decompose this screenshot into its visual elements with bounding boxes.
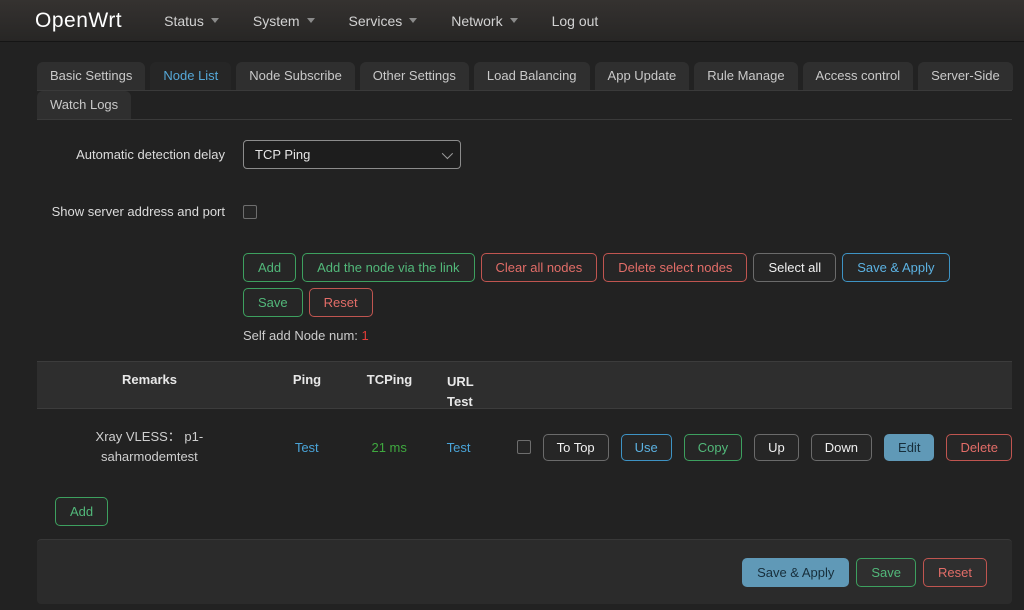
node-list-table: Remarks Ping TCPing URL Test Xray VLESS：…	[37, 361, 1012, 526]
url-test-link[interactable]: Test	[447, 440, 471, 455]
reset-button-bottom[interactable]: Reset	[923, 558, 987, 587]
node-tcping-cell: 21 ms	[352, 440, 427, 455]
use-button[interactable]: Use	[621, 434, 672, 461]
header-actions	[517, 362, 1012, 408]
nav-item-label: Network	[451, 13, 502, 29]
up-button[interactable]: Up	[754, 434, 799, 461]
save-apply-button-bottom[interactable]: Save & Apply	[742, 558, 849, 587]
detection-delay-select[interactable]: TCP Ping	[243, 140, 461, 169]
show-server-label: Show server address and port	[37, 204, 225, 219]
header-url-test: URL Test	[427, 362, 517, 408]
delete-button[interactable]: Delete	[946, 434, 1012, 461]
nav-item-logout[interactable]: Log out	[552, 13, 599, 29]
nav-item-label: System	[253, 13, 300, 29]
select-all-button[interactable]: Select all	[753, 253, 836, 282]
nav-menu: Status System Services Network Log out	[164, 13, 598, 29]
tcping-latency-value: 21 ms	[371, 440, 406, 455]
tab-rule-manage[interactable]: Rule Manage	[694, 62, 797, 90]
node-urltest-cell: Test	[427, 440, 517, 455]
save-button-top[interactable]: Save	[243, 288, 303, 317]
tab-basic-settings[interactable]: Basic Settings	[37, 62, 145, 90]
tab-access-control[interactable]: Access control	[803, 62, 914, 90]
header-remarks: Remarks	[37, 362, 262, 408]
header-ping: Ping	[262, 362, 352, 408]
chevron-down-icon	[442, 147, 453, 158]
save-apply-button-top[interactable]: Save & Apply	[842, 253, 949, 282]
tab-row-1: Basic Settings Node List Node Subscribe …	[37, 62, 1012, 91]
node-actions-row-2: Save Reset	[243, 288, 1012, 317]
add-node-via-link-button[interactable]: Add the node via the link	[302, 253, 474, 282]
nav-item-label: Services	[349, 13, 403, 29]
detection-delay-label: Automatic detection delay	[37, 147, 225, 162]
save-button-bottom[interactable]: Save	[856, 558, 916, 587]
add-node-button-bottom[interactable]: Add	[55, 497, 108, 526]
nav-item-label: Status	[164, 13, 204, 29]
header-tcping: TCPing	[352, 362, 427, 408]
table-header-row: Remarks Ping TCPing URL Test	[37, 361, 1012, 409]
tab-bar: Basic Settings Node List Node Subscribe …	[37, 62, 1012, 120]
detection-delay-row: Automatic detection delay TCP Ping	[37, 140, 1012, 169]
to-top-button[interactable]: To Top	[543, 434, 609, 461]
reset-button-top[interactable]: Reset	[309, 288, 373, 317]
down-button[interactable]: Down	[811, 434, 872, 461]
delete-select-nodes-button[interactable]: Delete select nodes	[603, 253, 747, 282]
nav-item-status[interactable]: Status	[164, 13, 219, 29]
node-remarks-cell: Xray VLESS： p1-saharmodemtest	[37, 427, 262, 467]
tab-other-settings[interactable]: Other Settings	[360, 62, 469, 90]
footer-action-bar: Save & Apply Save Reset	[37, 539, 1012, 604]
caret-down-icon	[211, 18, 219, 23]
selected-option-label: TCP Ping	[255, 147, 310, 162]
tab-node-list[interactable]: Node List	[150, 62, 231, 90]
node-actions-row-1: Add Add the node via the link Clear all …	[243, 253, 1012, 282]
tab-row-2: Watch Logs	[37, 91, 1012, 120]
add-button[interactable]: Add	[243, 253, 296, 282]
tab-load-balancing[interactable]: Load Balancing	[474, 62, 590, 90]
tab-app-update[interactable]: App Update	[595, 62, 690, 90]
node-actions: Add Add the node via the link Clear all …	[243, 253, 1012, 343]
caret-down-icon	[409, 18, 417, 23]
caret-down-icon	[510, 18, 518, 23]
show-server-checkbox[interactable]	[243, 205, 257, 219]
copy-button[interactable]: Copy	[684, 434, 742, 461]
tab-node-subscribe[interactable]: Node Subscribe	[236, 62, 355, 90]
node-row-actions: To Top Use Copy Up Down Edit Delete	[517, 434, 1012, 461]
node-count-value: 1	[362, 328, 369, 343]
tab-watch-logs[interactable]: Watch Logs	[37, 91, 131, 119]
openwrt-logo[interactable]: OpenWrt	[35, 9, 122, 33]
edit-button[interactable]: Edit	[884, 434, 934, 461]
node-ping-cell: Test	[262, 440, 352, 455]
node-remarks-text: Xray VLESS： p1-saharmodemtest	[77, 427, 222, 467]
caret-down-icon	[307, 18, 315, 23]
nav-item-system[interactable]: System	[253, 13, 315, 29]
node-count-label: Self add Node num:	[243, 328, 362, 343]
self-add-node-count: Self add Node num: 1	[243, 328, 1012, 343]
nav-item-services[interactable]: Services	[349, 13, 418, 29]
nav-item-network[interactable]: Network	[451, 13, 517, 29]
nav-item-label: Log out	[552, 13, 599, 29]
show-server-row: Show server address and port	[37, 204, 1012, 219]
tab-server-side[interactable]: Server-Side	[918, 62, 1013, 90]
table-row: Xray VLESS： p1-saharmodemtest Test 21 ms…	[37, 409, 1012, 485]
top-navbar: OpenWrt Status System Services Network L…	[0, 0, 1024, 42]
node-select-checkbox[interactable]	[517, 440, 531, 454]
ping-test-link[interactable]: Test	[295, 440, 319, 455]
clear-all-nodes-button[interactable]: Clear all nodes	[481, 253, 598, 282]
